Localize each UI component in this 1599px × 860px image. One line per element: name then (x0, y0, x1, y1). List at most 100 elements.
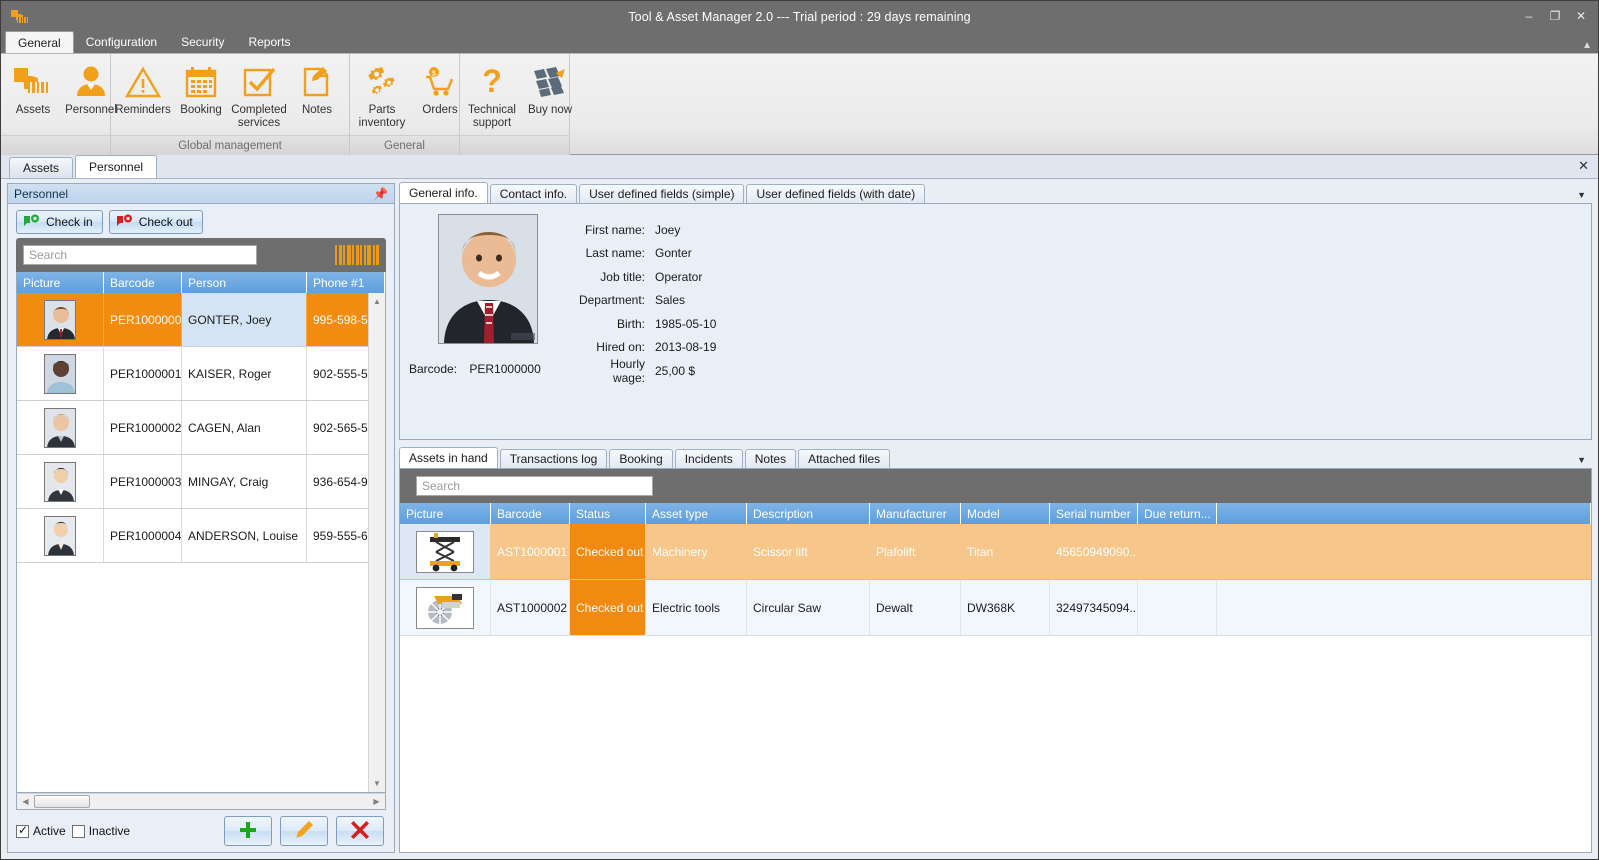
label-first-name: First name: (584, 222, 645, 237)
check-in-button[interactable]: Check in (16, 210, 103, 234)
cell-due-return (1138, 524, 1217, 580)
column-header-picture[interactable]: Picture (400, 503, 491, 524)
ribbon-tab-configuration[interactable]: Configuration (74, 31, 169, 53)
inactive-checkbox[interactable] (71, 824, 85, 838)
column-header-model[interactable]: Model (961, 503, 1050, 524)
tab-transactions-log[interactable]: Transactions log (499, 449, 608, 468)
field-hourly-wage: Hourly wage: 25,00 $ (575, 357, 1591, 385)
ribbon-button-completed-services[interactable]: Completed services (230, 58, 288, 130)
close-button[interactable]: ✕ (1568, 4, 1594, 28)
ribbon-button-buy-now[interactable]: Buy now (521, 58, 579, 117)
tab-incidents[interactable]: Incidents (674, 449, 743, 468)
column-header-due-return[interactable]: Due return... (1138, 503, 1217, 524)
tab-user-defined-simple[interactable]: User defined fields (simple) (579, 184, 745, 203)
check-in-icon (23, 214, 41, 231)
column-header-description[interactable]: Description (747, 503, 870, 524)
ribbon-group-support: ? Technical support Buy now (460, 54, 572, 155)
minimize-button[interactable]: – (1516, 4, 1542, 28)
scroll-thumb[interactable] (34, 795, 90, 808)
column-header-person[interactable]: Person (182, 272, 307, 293)
tab-booking[interactable]: Booking (609, 449, 673, 468)
tab-attached-files[interactable]: Attached files (798, 449, 891, 468)
tab-contact-info[interactable]: Contact info. (489, 184, 578, 203)
person-photo (437, 214, 538, 344)
cell-person: GONTER, Joey (182, 293, 307, 346)
ribbon-tab-general[interactable]: General (5, 31, 74, 53)
cell-asset-type: Electric tools (646, 580, 747, 636)
add-record-button[interactable] (224, 816, 272, 846)
edit-record-button[interactable] (280, 816, 328, 846)
pin-icon[interactable]: 📌 (373, 187, 388, 201)
scroll-left-icon[interactable]: ◀ (17, 797, 34, 806)
assets-tab-strip: Assets in hand Transactions log Booking … (399, 447, 1592, 469)
assets-search-input[interactable] (416, 476, 653, 496)
ribbon-button-notes[interactable]: Notes (288, 58, 346, 117)
document-close-icon[interactable]: ✕ (1578, 158, 1589, 174)
active-checkbox[interactable] (16, 823, 29, 838)
tab-user-defined-with-date[interactable]: User defined fields (with date) (746, 184, 926, 203)
ribbon-button-assets[interactable]: Assets (4, 58, 62, 117)
label-department: Department: (578, 293, 645, 308)
avatar (44, 299, 76, 340)
personnel-search-input[interactable] (23, 245, 257, 265)
active-label: Active (33, 824, 66, 838)
column-header-status[interactable]: Status (570, 503, 646, 524)
filter-active[interactable]: Active (16, 823, 66, 838)
maximize-button[interactable]: ❐ (1542, 4, 1568, 28)
ribbon-button-reminders[interactable]: Reminders (114, 58, 172, 117)
cell-barcode: AST1000002 (491, 580, 570, 636)
column-header-barcode[interactable]: Barcode (104, 272, 182, 293)
table-row[interactable]: AST1000002 Checked out Electric tools Ci… (400, 580, 1591, 636)
check-out-button[interactable]: Check out (108, 210, 203, 234)
tab-assets-in-hand[interactable]: Assets in hand (399, 447, 498, 468)
cell-barcode: PER1000000 (104, 293, 182, 346)
personnel-vertical-scrollbar[interactable]: ▲ ▼ (368, 293, 385, 792)
personnel-horizontal-scrollbar[interactable]: ◀ ▶ (16, 793, 386, 810)
table-row[interactable]: PER1000001 KAISER, Roger 902-555-54 (17, 347, 385, 401)
pencil-icon (294, 820, 314, 843)
ribbon-button-parts-inventory[interactable]: Parts inventory (353, 58, 411, 130)
person-icon (72, 62, 110, 102)
ribbon-tab-reports[interactable]: Reports (236, 31, 302, 53)
detail-tabs-overflow-icon[interactable]: ▼ (1577, 190, 1586, 200)
document-tab-personnel[interactable]: Personnel (75, 155, 158, 178)
personnel-footer: Active Inactive (8, 810, 394, 852)
table-row[interactable]: PER1000002 CAGEN, Alan 902-565-55 (17, 401, 385, 455)
document-tab-assets[interactable]: Assets (9, 157, 74, 178)
label-birth: Birth: (616, 316, 645, 331)
label-hired-on: Hired on: (596, 340, 645, 355)
column-header-barcode[interactable]: Barcode (491, 503, 570, 524)
ribbon-label-buy-now: Buy now (527, 104, 573, 116)
column-header-manufacturer[interactable]: Manufacturer (870, 503, 961, 524)
ribbon-group-label-3: General (350, 135, 459, 155)
column-header-blank[interactable] (1217, 503, 1591, 524)
circular-saw-icon (416, 586, 474, 629)
table-row[interactable]: AST1000001 Checked out Machinery Scissor… (400, 524, 1591, 580)
x-icon (350, 820, 370, 843)
filter-inactive[interactable]: Inactive (71, 824, 130, 838)
assets-tabs-overflow-icon[interactable]: ▼ (1577, 455, 1586, 465)
table-row[interactable]: PER1000003 MINGAY, Craig 936-654-99 (17, 455, 385, 509)
ribbon-label-notes: Notes (301, 104, 333, 116)
scroll-down-icon[interactable]: ▼ (369, 775, 385, 792)
column-header-serial-number[interactable]: Serial number (1050, 503, 1138, 524)
ribbon-tab-security[interactable]: Security (169, 31, 236, 53)
delete-record-button[interactable] (336, 816, 384, 846)
ribbon-collapse-icon[interactable]: ▲ (1582, 40, 1592, 51)
field-department: Department: Sales (575, 289, 1591, 313)
barcode-icon[interactable] (335, 245, 379, 265)
document-tab-bar: Assets Personnel ✕ (1, 155, 1598, 179)
tab-notes[interactable]: Notes (744, 449, 797, 468)
tab-general-info[interactable]: General info. (399, 182, 488, 203)
ribbon-button-technical-support[interactable]: ? Technical support (463, 58, 521, 130)
scroll-right-icon[interactable]: ▶ (368, 797, 385, 806)
table-row[interactable]: PER1000004 ANDERSON, Louise 959-555-65 (17, 509, 385, 563)
scroll-track[interactable] (369, 310, 385, 775)
column-header-phone1[interactable]: Phone #1 (307, 272, 385, 293)
scroll-up-icon[interactable]: ▲ (369, 293, 385, 310)
check-out-label: Check out (138, 215, 193, 229)
column-header-picture[interactable]: Picture (17, 272, 104, 293)
ribbon-button-booking[interactable]: Booking (172, 58, 230, 117)
column-header-asset-type[interactable]: Asset type (646, 503, 747, 524)
table-row[interactable]: PER1000000 GONTER, Joey 995-598-52 (17, 293, 385, 347)
